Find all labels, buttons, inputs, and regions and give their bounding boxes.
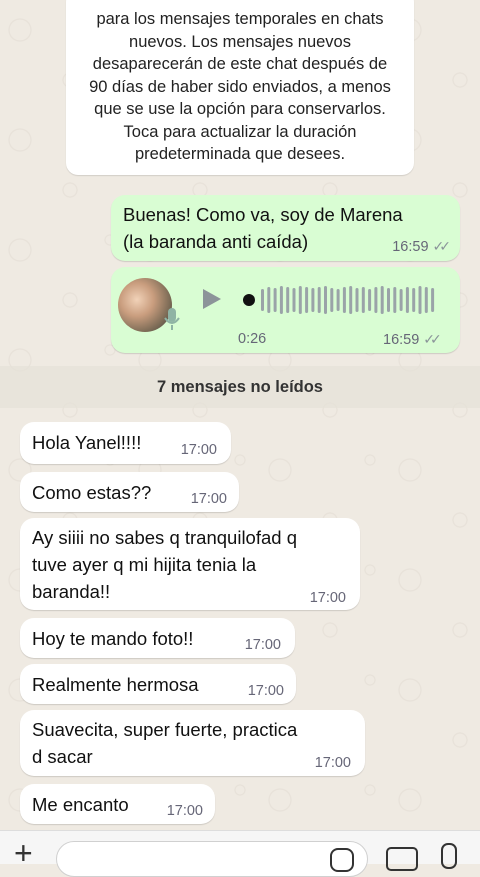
message-meta: 16:59 ✓✓	[383, 331, 442, 348]
voice-waveform[interactable]	[243, 283, 443, 317]
waveform-bar	[317, 287, 321, 313]
waveform-bar	[424, 287, 428, 313]
waveform-bar	[393, 287, 397, 313]
notice-line: 90 días de haber sido enviados, a menos	[89, 77, 391, 96]
waveform-bar	[387, 288, 390, 312]
waveform-bar	[261, 289, 264, 311]
message-time: 17:00	[309, 590, 346, 606]
notice-line: predeterminada que desees.	[134, 145, 346, 163]
waveform-bar	[279, 286, 283, 314]
incoming-message[interactable]: Hoy te mando foto!! 17:00	[20, 618, 295, 658]
waveform-bar	[336, 289, 340, 311]
camera-icon[interactable]	[386, 847, 418, 871]
waveform-bar	[342, 287, 346, 313]
incoming-message[interactable]: Realmente hermosa 17:00	[20, 664, 296, 704]
waveform-bar	[286, 287, 290, 313]
waveform-bar	[273, 288, 277, 312]
waveform-bar	[292, 288, 296, 312]
waveform-bar	[418, 286, 422, 314]
incoming-message[interactable]: Hola Yanel!!!! 17:00	[20, 422, 231, 464]
message-text-line: Suavecita, super fuerte, practica	[32, 719, 298, 740]
message-text-line: baranda!!	[32, 581, 111, 602]
incoming-message[interactable]: Me encanto 17:00	[20, 784, 215, 824]
message-text-line: Ay siiii no sabes q tranquilofad q	[32, 527, 297, 548]
waveform-bar	[361, 287, 365, 313]
voice-mic-icon	[164, 308, 180, 330]
plus-icon[interactable]: +	[14, 837, 33, 869]
waveform-bar	[330, 288, 334, 312]
voice-duration: 0:26	[238, 331, 267, 347]
composer-bar: +	[0, 830, 480, 877]
notice-line: que se use la opción para conservarlos.	[94, 100, 386, 118]
playback-head[interactable]	[243, 294, 255, 306]
message-time: 17:00	[247, 683, 284, 699]
message-time: 17:00	[314, 755, 351, 771]
message-time: 17:00	[180, 442, 217, 458]
message-text-line: tuve ayer q mi hijita tenia la	[32, 554, 257, 575]
notice-line: para los mensajes temporales en chats	[96, 10, 384, 28]
read-ticks-icon: ✓✓	[423, 331, 442, 347]
waveform-bar	[368, 289, 372, 311]
notice-line: Toca para actualizar la duración	[123, 122, 357, 141]
disappearing-messages-notice[interactable]: para los mensajes temporales en chats nu…	[66, 0, 414, 175]
message-text-line: Realmente hermosa	[32, 674, 199, 695]
notice-line: nuevos. Los mensajes nuevos	[129, 32, 351, 51]
notice-line: desaparecerán de este chat después de	[92, 55, 388, 73]
message-text-line: Buenas! Como va, soy de Marena	[123, 204, 403, 225]
waveform-bar	[380, 286, 384, 314]
incoming-message[interactable]: Ay siiii no sabes q tranquilofad q tuve …	[20, 518, 360, 610]
outgoing-message[interactable]: Buenas! Como va, soy de Marena (la baran…	[111, 195, 460, 261]
incoming-message[interactable]: Suavecita, super fuerte, practica d saca…	[20, 710, 365, 776]
incoming-message[interactable]: Como estas?? 17:00	[20, 472, 239, 512]
waveform-bar	[305, 287, 309, 313]
waveform-bar	[405, 287, 409, 313]
message-input[interactable]	[56, 841, 368, 877]
waveform-bar	[399, 289, 403, 311]
message-meta: 16:59 ✓✓	[392, 238, 452, 255]
message-time: 16:59	[392, 239, 429, 255]
message-time: 16:59	[383, 332, 420, 348]
unread-messages-banner: 7 mensajes no leídos	[0, 366, 480, 408]
waveform-bar	[311, 288, 315, 312]
waveform-bar	[349, 286, 353, 314]
message-time: 17:00	[190, 491, 227, 507]
microphone-icon[interactable]	[441, 843, 457, 869]
waveform-bar	[298, 286, 302, 314]
waveform-bar	[355, 288, 359, 312]
sticker-icon[interactable]	[330, 848, 354, 872]
message-text-line: d sacar	[32, 746, 93, 767]
waveform-bar	[267, 287, 271, 313]
waveform-bar	[431, 288, 435, 312]
message-time: 17:00	[166, 803, 203, 819]
message-time: 17:00	[244, 637, 281, 653]
play-icon[interactable]	[203, 289, 221, 309]
waveform-bar	[374, 287, 378, 313]
read-ticks-icon: ✓✓	[432, 238, 452, 254]
waveform-bar	[412, 288, 416, 312]
waveform-bar	[324, 286, 327, 314]
